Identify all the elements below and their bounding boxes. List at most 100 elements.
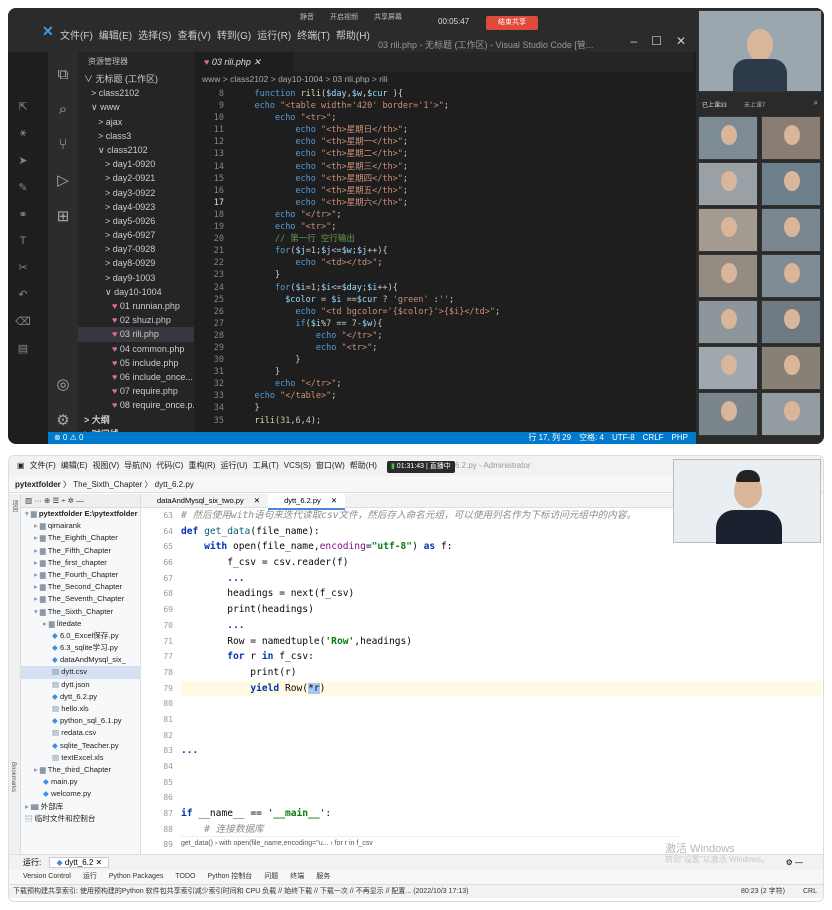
end-share-button[interactable]: 结束共享	[486, 16, 538, 30]
project-tree-item[interactable]: ◆ dytt_6.2.py	[21, 691, 140, 703]
tree-item[interactable]: ♥ 01 runnian.php	[78, 299, 194, 313]
project-tree-item[interactable]: ▸ ▆ 外部库	[21, 801, 140, 813]
tree-item[interactable]: ∨ 无标题 (工作区)	[78, 72, 194, 86]
bookmarks-tool-label[interactable]: Bookmarks	[10, 762, 16, 792]
save-icon[interactable]: ▤	[8, 342, 38, 355]
eraser-icon[interactable]: ⌫	[8, 315, 38, 328]
run-debug-icon[interactable]: ▷	[48, 171, 78, 189]
project-tree-item[interactable]: ◆ python_sql_6.1.py	[21, 715, 140, 727]
project-tree-item[interactable]: ▸ ▆ qimairank	[21, 520, 140, 532]
settings-icon[interactable]: ⚙ —	[786, 855, 803, 871]
tree-item[interactable]: ♥ 07 require.php	[78, 384, 194, 398]
tree-item[interactable]: > day8-0929	[78, 256, 194, 270]
project-tree-item[interactable]: ◆ sqlite_Teacher.py	[21, 740, 140, 752]
source-control-icon[interactable]: ⑂	[48, 136, 78, 153]
maximize-button[interactable]: ☐	[651, 34, 662, 48]
scissors-icon[interactable]: ✂	[8, 261, 38, 274]
status-item[interactable]: PHP	[672, 432, 688, 444]
project-tree-item[interactable]: ▸ ▆ The_first_chapter	[21, 557, 140, 569]
tree-item[interactable]: ♥ 02 shuzi.php	[78, 313, 194, 327]
project-tree-item[interactable]: ▸ ▆ The_Second_Chapter	[21, 581, 140, 593]
text-icon[interactable]: T	[8, 235, 38, 247]
undo-icon[interactable]: ↶	[8, 288, 38, 301]
cursor-icon[interactable]: ➤	[8, 154, 38, 167]
tab-rili-php[interactable]: ♥ 03 rili.php ✕	[194, 52, 294, 72]
search-icon[interactable]: ⌕	[48, 101, 78, 118]
status-item[interactable]: 行 17, 列 29	[528, 432, 571, 444]
menu-item[interactable]: 文件(F)	[60, 27, 93, 42]
tree-item[interactable]: > ajax	[78, 115, 194, 129]
nav-folder[interactable]: The_Sixth_Chapter	[73, 480, 142, 489]
status-message[interactable]: 下载预构建共享索引: 使用预构建的Python 软件包共享索引减少索引时间和 C…	[13, 888, 468, 895]
search-icon[interactable]: ⌕	[814, 98, 818, 108]
tree-item[interactable]: ♥ 08 require_once.p...	[78, 398, 194, 412]
menu-item[interactable]: 帮助(H)	[336, 27, 370, 42]
line-separator[interactable]: CRL	[803, 885, 817, 899]
nav-project[interactable]: pytextfolder	[15, 480, 61, 489]
project-tree-item[interactable]: ▤ dytt.csv	[21, 666, 140, 679]
project-tree-item[interactable]: ▤ redata.csv	[21, 727, 140, 739]
laser-icon[interactable]: ⚹	[8, 127, 38, 140]
project-tree-item[interactable]: ▸ ▆ litedate	[21, 618, 140, 630]
tool-window-button[interactable]: 问题	[264, 870, 278, 884]
tree-item[interactable]: ♥ 05 include.php	[78, 356, 194, 370]
extensions-icon[interactable]: ⊞	[48, 207, 78, 225]
settings-icon[interactable]: ⚙	[48, 411, 78, 429]
tree-item[interactable]: > day7-0928	[78, 242, 194, 256]
project-tree-item[interactable]: ▤ 临时文件和控制台	[21, 813, 140, 825]
tool-window-button[interactable]: Version Control	[23, 870, 71, 884]
run-config-tab[interactable]: ◆ dytt_6.2 ✕	[49, 857, 110, 868]
project-tree-item[interactable]: ▸ ▆ The_Seventh_Chapter	[21, 593, 140, 605]
pen-icon[interactable]: ✎	[8, 181, 38, 194]
tree-item[interactable]: > class3	[78, 129, 194, 143]
project-tree-item[interactable]: ▸ ▆ The_Fifth_Chapter	[21, 545, 140, 557]
tool-window-button[interactable]: 服务	[316, 870, 330, 884]
menu-item[interactable]: 代码(C)	[156, 456, 183, 476]
tree-item[interactable]: ∨ www	[78, 100, 194, 114]
tree-item[interactable]: ♥ 03 rili.php	[78, 327, 194, 342]
tool-window-button[interactable]: TODO	[175, 870, 195, 884]
project-tree-item[interactable]: ◆ welcome.py	[21, 788, 140, 800]
project-tree-item[interactable]: ◆ dataAndMysql_six_	[21, 654, 140, 666]
close-button[interactable]: ✕	[676, 34, 686, 48]
tree-item[interactable]: > 大纲	[78, 413, 194, 427]
menu-item[interactable]: 工具(T)	[253, 456, 279, 476]
menu-item[interactable]: 视图(V)	[92, 456, 119, 476]
status-item[interactable]: UTF-8	[612, 432, 635, 444]
tree-item[interactable]: > class2102	[78, 86, 194, 100]
project-tree-item[interactable]: ▤ hello.xls	[21, 703, 140, 715]
project-tree-item[interactable]: ◆ 6.3_sqlite学习.py	[21, 642, 140, 654]
tree-item[interactable]: ♥ 06 include_once...	[78, 370, 194, 384]
tree-item[interactable]: ∨ class2102	[78, 143, 194, 157]
video-button[interactable]: 开启视频	[330, 12, 358, 22]
menu-item[interactable]: 选择(S)	[138, 27, 171, 42]
shape-icon[interactable]: ⚭	[8, 208, 38, 221]
menu-item[interactable]: 文件(F)	[30, 456, 56, 476]
tree-item[interactable]: > day4-0923	[78, 200, 194, 214]
menu-item[interactable]: 重构(R)	[188, 456, 215, 476]
code-editor[interactable]: 8 function rili($day,$w,$cur ){ 9 echo "…	[194, 88, 694, 432]
python-editor[interactable]: # 然后使用with语句来迭代读取csv文件，然后存入命名元组，可以使用列名作为…	[181, 508, 821, 836]
menu-item[interactable]: 窗口(W)	[316, 456, 345, 476]
explorer-icon[interactable]: ⧉	[48, 66, 78, 83]
tool-window-button[interactable]: Python 控制台	[207, 870, 252, 884]
menu-item[interactable]: 帮助(H)	[350, 456, 377, 476]
editor-breadcrumb[interactable]: get_data() › with open(file_name,encodin…	[181, 836, 681, 850]
project-tree-item[interactable]: ▸ ▆ The_Eighth_Chapter	[21, 532, 140, 544]
menu-item[interactable]: 编辑(E)	[99, 27, 132, 42]
project-tool-label[interactable]: 项目	[10, 500, 19, 512]
menu-item[interactable]: VCS(S)	[284, 456, 311, 476]
tree-item[interactable]: ∨ day10-1004	[78, 285, 194, 299]
menu-item[interactable]: 导航(N)	[124, 456, 151, 476]
project-tree-item[interactable]: ◆ 6.0_Excel保存.py	[21, 630, 140, 642]
project-tree-item[interactable]: ▾ ▆ pytextfolder E:\pytextfolder	[21, 508, 140, 520]
status-item[interactable]: CRLF	[643, 432, 664, 444]
project-tree-item[interactable]: ▤ dytt.json	[21, 679, 140, 691]
menu-item[interactable]: 编辑(E)	[61, 456, 88, 476]
project-tree-item[interactable]: ▸ ▆ The_Fourth_Chapter	[21, 569, 140, 581]
menu-item[interactable]: 转到(G)	[217, 27, 251, 42]
project-tree-item[interactable]: ▸ ▆ The_third_Chapter	[21, 764, 140, 776]
project-tree-item[interactable]: ◆ main.py	[21, 776, 140, 788]
tree-item[interactable]: > day3-0922	[78, 186, 194, 200]
tree-item[interactable]: > day1-0920	[78, 157, 194, 171]
